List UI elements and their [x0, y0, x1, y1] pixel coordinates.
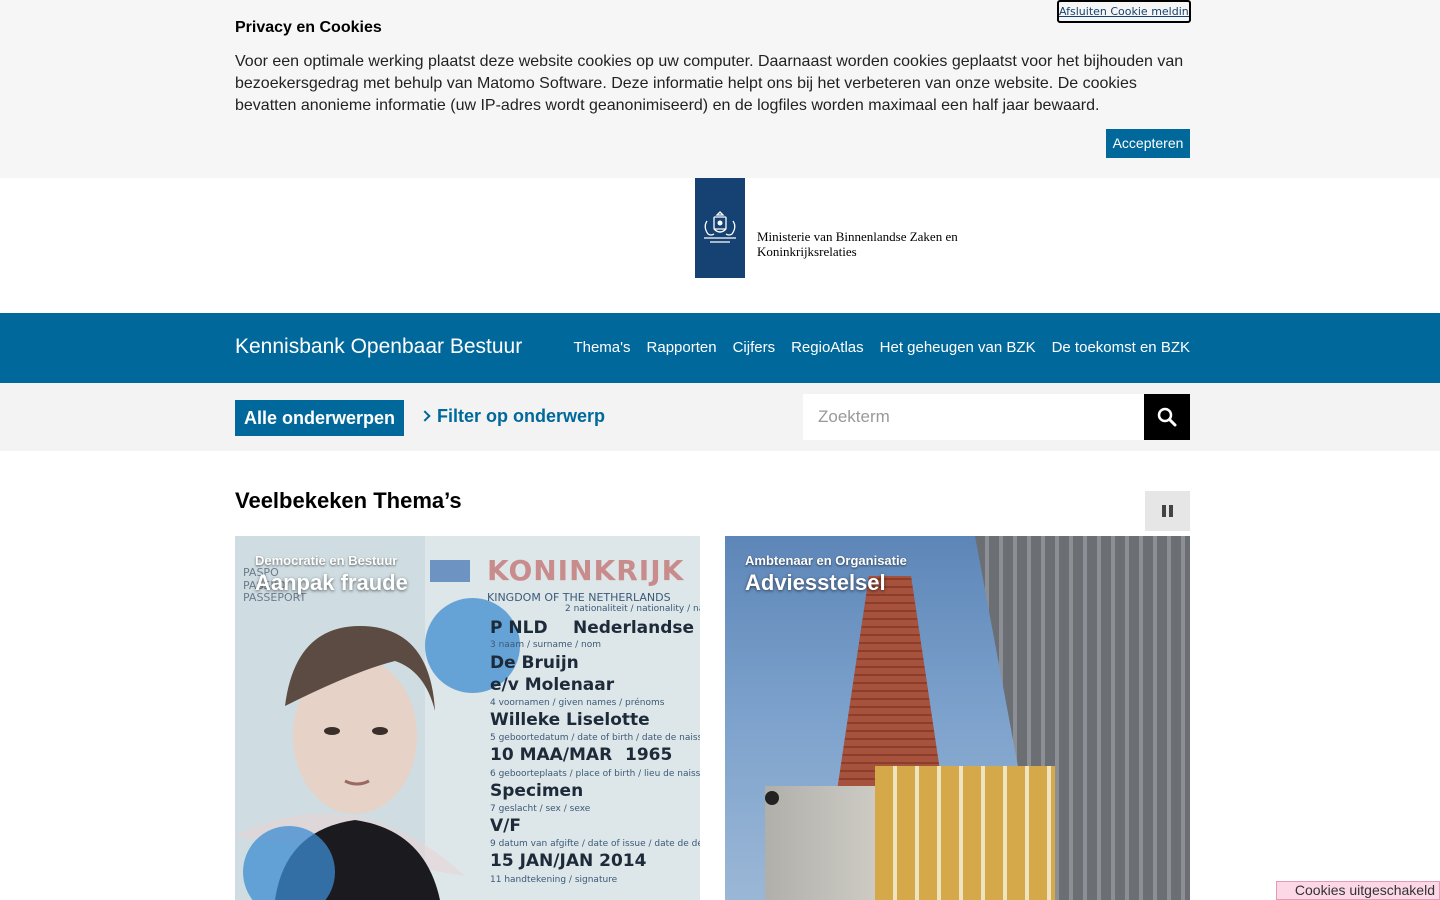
ministry-name: Ministerie van Binnenlandse Zaken en Kon… — [757, 229, 958, 259]
search-button[interactable] — [1144, 394, 1190, 440]
passport-birth-year: 1965 — [625, 745, 673, 765]
chevron-right-icon — [419, 410, 431, 422]
theme-card-aanpak-fraude[interactable]: KONINKRIJK KINGDOM OF THE NETHERLANDS PA… — [235, 536, 700, 900]
search-input[interactable] — [803, 394, 1144, 440]
passport-given-label: 4 voornamen / given names / prénoms — [490, 698, 665, 708]
nav-item-regioatlas[interactable]: RegioAtlas — [791, 339, 864, 356]
card-title: Aanpak fraude — [255, 570, 408, 595]
passport-issue-date: 15 JAN/JAN 2014 — [490, 851, 647, 871]
all-topics-button[interactable]: Alle onderwerpen — [235, 400, 404, 436]
passport-birth-label: 5 geboortedatum / date of birth / date d… — [490, 733, 700, 743]
cookies-disabled-badge: Cookies uitgeschakeld — [1276, 881, 1440, 900]
nav-item-themas[interactable]: Thema's — [573, 339, 630, 356]
passport-issue-label: 9 datum van afgifte / date of issue / da… — [490, 839, 700, 849]
accept-cookies-button[interactable]: Accepteren — [1106, 129, 1190, 158]
passport-brand: KONINKRIJK — [487, 554, 685, 587]
passport-surname: De Bruijn — [490, 653, 579, 673]
site-title[interactable]: Kennisbank Openbaar Bestuur — [235, 335, 522, 359]
government-logo[interactable] — [695, 178, 745, 278]
passport-birth-date: 10 MAA/MAR — [490, 745, 613, 765]
concrete-building-image — [765, 786, 885, 900]
passport-married-name: e/v Molenaar — [490, 675, 615, 695]
themes-section-title: Veelbekeken Thema’s — [235, 488, 462, 513]
pause-icon — [1162, 505, 1166, 517]
theme-card-adviesstelsel[interactable]: Ambtenaar en Organisatie Adviesstelsel — [725, 536, 1190, 900]
passport-sex-label: 7 geslacht / sex / sexe — [490, 804, 591, 814]
passport-place: Specimen — [490, 781, 584, 801]
close-cookie-banner-button[interactable]: Afsluiten Cookie melding — [1057, 0, 1191, 23]
cookie-banner-text: Voor een optimale werking plaatst deze w… — [235, 53, 1184, 114]
nav-item-rapporten[interactable]: Rapporten — [647, 339, 717, 356]
passport-kingdom: KINGDOM OF THE NETHERLANDS — [487, 591, 671, 604]
ministry-name-line-2: Koninkrijksrelaties — [757, 244, 857, 259]
passport-signature-label: 11 handtekening / signature — [490, 875, 618, 885]
passport-sex: V/F — [490, 816, 521, 836]
cookie-banner-title: Privacy en Cookies — [235, 19, 382, 36]
card-category: Democratie en Bestuur — [255, 553, 398, 568]
passport-place-label: 6 geboorteplaats / place of birth / lieu… — [490, 769, 700, 779]
main-navigation: Kennisbank Openbaar Bestuur Thema's Rapp… — [0, 313, 1440, 383]
card-category: Ambtenaar en Organisatie — [745, 553, 907, 568]
filter-topic-link[interactable]: Filter op onderwerp — [419, 406, 606, 427]
nav-menu: Thema's Rapporten Cijfers RegioAtlas Het… — [573, 339, 1190, 356]
passport-code: P NLD — [490, 618, 548, 638]
nav-item-toekomst-bzk[interactable]: De toekomst en BZK — [1052, 339, 1190, 356]
ministry-name-line-1: Ministerie van Binnenlandse Zaken en — [757, 229, 958, 244]
card-title: Adviesstelsel — [745, 570, 886, 595]
filter-bar: Alle onderwerpen Filter op onderwerp — [0, 383, 1440, 451]
nav-item-geheugen-bzk[interactable]: Het geheugen van BZK — [880, 339, 1036, 356]
street-lamp-icon — [765, 791, 779, 805]
nav-item-cijfers[interactable]: Cijfers — [733, 339, 776, 356]
filter-topic-label: Filter op onderwerp — [437, 406, 606, 426]
passport-code-label: 2 nationaliteit / nationality / national… — [565, 604, 700, 614]
passport-surname-label: 3 naam / surname / nom — [490, 640, 602, 650]
passport-nationality: Nederlandse — [573, 618, 695, 638]
carousel-pause-button[interactable] — [1145, 491, 1190, 531]
coat-of-arms-icon — [704, 211, 736, 243]
cookie-banner: Afsluiten Cookie melding Privacy en Cook… — [0, 0, 1440, 178]
glass-building-image — [875, 766, 1055, 900]
search-icon — [1157, 407, 1177, 427]
passport-given-names: Willeke Liselotte — [490, 710, 650, 730]
